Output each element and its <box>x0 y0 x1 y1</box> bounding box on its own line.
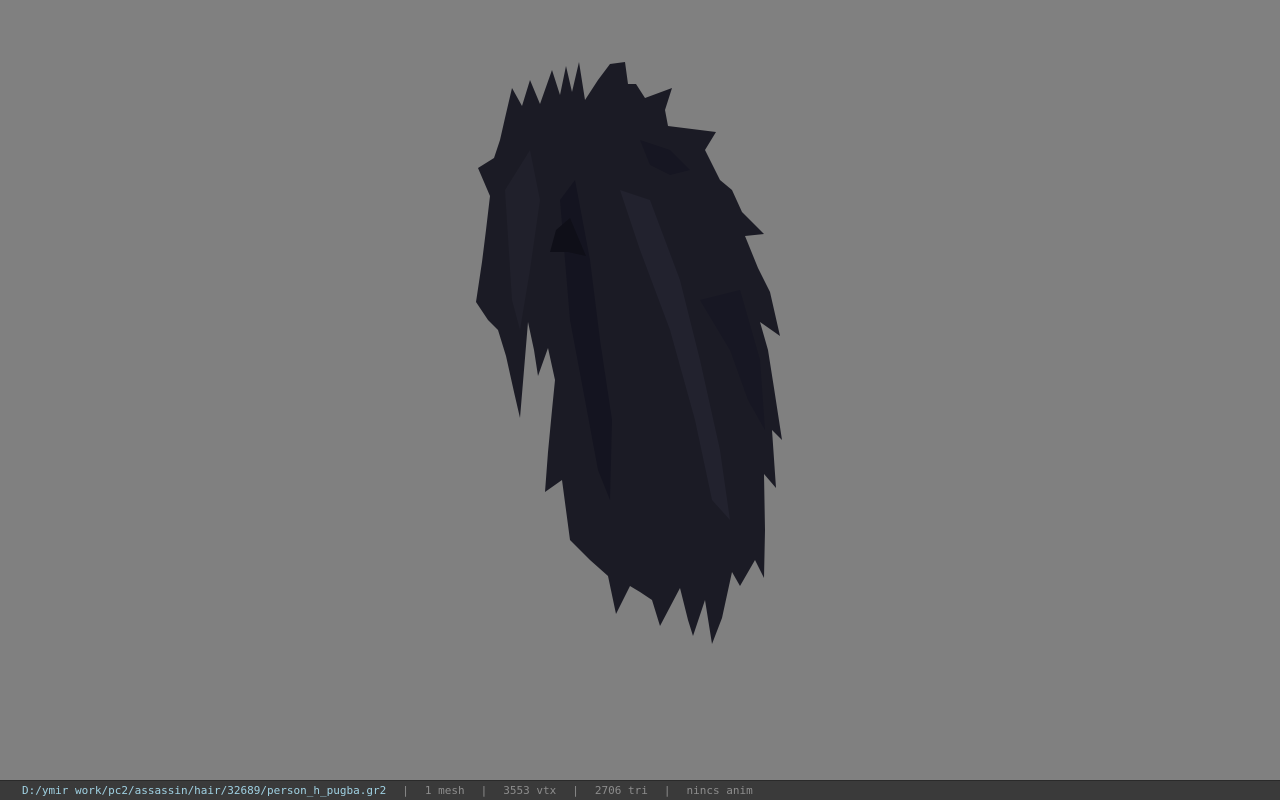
status-separator: | <box>572 784 579 797</box>
status-separator: | <box>402 784 409 797</box>
hair-mesh <box>476 62 782 644</box>
mesh-count-label: 1 mesh <box>424 784 465 797</box>
status-separator: | <box>480 784 488 797</box>
vertex-count-label: 3553 vtx <box>503 784 557 797</box>
3d-viewport[interactable] <box>0 0 1280 780</box>
anim-status-label: nincs anim <box>686 784 753 797</box>
status-separator: | <box>663 784 671 797</box>
status-bar: D:/ymir work/pc2/assassin/hair/32689/per… <box>0 780 1280 800</box>
hair-model-render <box>476 62 782 644</box>
triangle-count-label: 2706 tri <box>594 784 648 797</box>
file-path-label: D:/ymir work/pc2/assassin/hair/32689/per… <box>22 784 387 797</box>
